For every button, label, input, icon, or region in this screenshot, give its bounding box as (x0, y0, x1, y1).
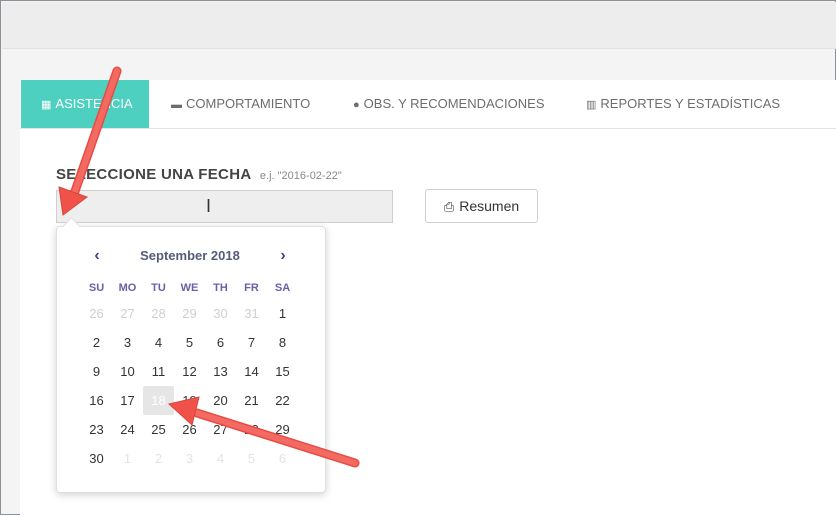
calendar-day[interactable]: 29 (174, 299, 205, 328)
tab-comportamiento[interactable]: ▬ COMPORTAMIENTO (171, 80, 310, 128)
datepicker-header: ‹ September 2018 › (57, 247, 325, 267)
prev-month-button[interactable]: ‹ (87, 247, 107, 267)
calendar-day[interactable]: 6 (267, 444, 298, 473)
resumen-label: Resumen (459, 198, 520, 214)
calendar-day[interactable]: 11 (143, 357, 174, 386)
calendar-icon: ▦ (41, 99, 52, 111)
calendar-day-selected[interactable]: 18 (143, 386, 174, 415)
window-frame: ▦ ASISTENCIA ▬ COMPORTAMIENTO ● OBS. Y RECO… (0, 0, 836, 516)
datepicker-title[interactable]: September 2018 (117, 248, 263, 263)
calendar-day[interactable]: 8 (267, 328, 298, 357)
calendar-day[interactable]: 26 (174, 415, 205, 444)
calendar-day[interactable]: 12 (174, 357, 205, 386)
tab-obs-recomendaciones[interactable]: ● OBS. Y RECOMENDACIONES (353, 80, 545, 128)
calendar-day[interactable]: 19 (174, 386, 205, 415)
calendar-day[interactable]: 26 (81, 299, 112, 328)
tab-bar: ▦ ASISTENCIA ▬ COMPORTAMIENTO ● OBS. Y RECO… (20, 80, 836, 129)
next-month-button[interactable]: › (273, 247, 293, 267)
calendar-day[interactable]: 1 (267, 299, 298, 328)
calendar-day[interactable]: 21 (236, 386, 267, 415)
date-label-row: SELECCIONE UNA FECHA e.j. "2016-02-22" (56, 166, 342, 184)
dow-label: SU (88, 282, 105, 294)
main-panel: ▦ ASISTENCIA ▬ COMPORTAMIENTO ● OBS. Y RECO… (20, 80, 836, 516)
calendar-day[interactable]: 14 (236, 357, 267, 386)
calendar-day[interactable]: 20 (205, 386, 236, 415)
calendar-day[interactable]: 15 (267, 357, 298, 386)
calendar-day[interactable]: 4 (143, 328, 174, 357)
calendar-day[interactable]: 28 (143, 299, 174, 328)
calendar-day[interactable]: 10 (112, 357, 143, 386)
dow-label: WE (180, 282, 199, 294)
calendar-day[interactable]: 30 (205, 299, 236, 328)
date-input[interactable]: I (56, 190, 393, 223)
tab-label: ASISTENCIA (55, 96, 133, 111)
tab-label: REPORTES Y ESTADÍSTICAS (600, 96, 781, 111)
calendar-day[interactable]: 5 (236, 444, 267, 473)
comments-icon: ● (353, 99, 360, 111)
calendar-day[interactable]: 25 (143, 415, 174, 444)
tab-label: OBS. Y RECOMENDACIONES (363, 96, 545, 111)
calendar-day[interactable]: 30 (81, 444, 112, 473)
date-label: SELECCIONE UNA FECHA (56, 166, 252, 183)
calendar-day[interactable]: 3 (174, 444, 205, 473)
calendar-day[interactable]: 27 (112, 299, 143, 328)
calendar-day[interactable]: 22 (267, 386, 298, 415)
calendar-day[interactable]: 2 (81, 328, 112, 357)
calendar-day[interactable]: 16 (81, 386, 112, 415)
bar-chart-icon: ▥ (586, 99, 597, 111)
resumen-button[interactable]: ⎙ Resumen (425, 189, 538, 223)
calendar-day[interactable]: 27 (205, 415, 236, 444)
calendar-day[interactable]: 5 (174, 328, 205, 357)
calendar-day[interactable]: 28 (236, 415, 267, 444)
dow-label: SA (274, 282, 291, 294)
calendar-day[interactable]: 31 (236, 299, 267, 328)
calendar-day[interactable]: 29 (267, 415, 298, 444)
print-icon: ⎙ (443, 199, 455, 214)
datepicker-popup: ‹ September 2018 › SU MO TU WE TH FR SA … (56, 217, 326, 493)
calendar-day[interactable]: 13 (205, 357, 236, 386)
text-cursor-icon: I (206, 196, 212, 216)
calendar-day[interactable]: 1 (112, 444, 143, 473)
dow-label: MO (118, 282, 137, 294)
calendar-day[interactable]: 7 (236, 328, 267, 357)
calendar-day[interactable]: 9 (81, 357, 112, 386)
tab-label: COMPORTAMIENTO (186, 96, 311, 111)
calendar-day[interactable]: 2 (143, 444, 174, 473)
dow-label: FR (244, 282, 259, 294)
tab-reportes-estadisticas[interactable]: ▥ REPORTES Y ESTADÍSTICAS (586, 80, 780, 128)
comment-icon: ▬ (171, 99, 182, 111)
calendar-day[interactable]: 24 (112, 415, 143, 444)
calendar-day[interactable]: 4 (205, 444, 236, 473)
calendar-day[interactable]: 3 (112, 328, 143, 357)
calendar-day[interactable]: 23 (81, 415, 112, 444)
date-hint: e.j. "2016-02-22" (259, 170, 342, 182)
tab-asistencia[interactable]: ▦ ASISTENCIA (21, 80, 149, 128)
dow-label: TU (151, 282, 166, 294)
top-bar (2, 2, 836, 49)
calendar-day[interactable]: 6 (205, 328, 236, 357)
dow-label: TH (213, 282, 228, 294)
calendar-day[interactable]: 17 (112, 386, 143, 415)
